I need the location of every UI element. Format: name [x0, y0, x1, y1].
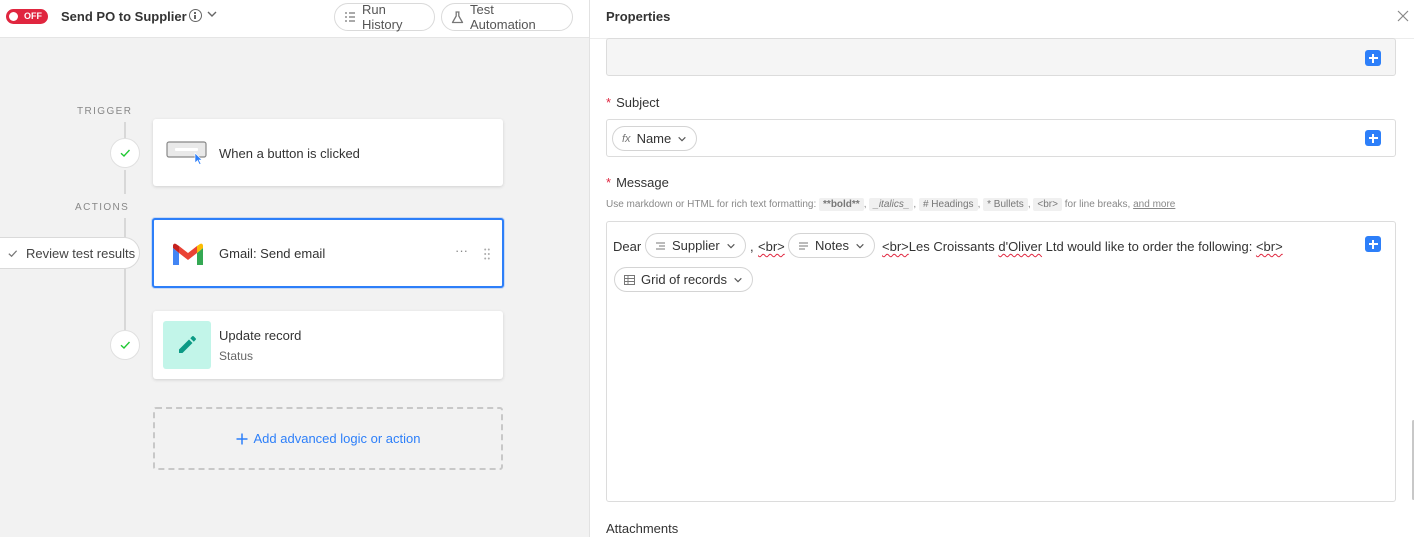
edit-icon: [163, 321, 211, 369]
add-field-icon[interactable]: [1365, 236, 1381, 252]
trigger-card-title: When a button is clicked: [219, 146, 360, 161]
chevron-down-icon[interactable]: [206, 8, 218, 20]
gmail-action-card[interactable]: Gmail: Send email ···: [152, 218, 504, 288]
grid-token[interactable]: Grid of records: [614, 267, 753, 292]
info-icon[interactable]: [189, 9, 202, 22]
review-test-results-button[interactable]: Review test results: [0, 237, 140, 269]
gmail-icon: [173, 243, 203, 265]
drag-handle-icon[interactable]: [484, 248, 490, 260]
subject-token[interactable]: fx Name: [612, 126, 698, 151]
connector-line: [124, 170, 126, 194]
message-label: * Message: [606, 175, 669, 190]
test-automation-label: Test Automation: [470, 2, 536, 32]
chevron-down-icon: [726, 243, 735, 248]
subject-label: * Subject: [606, 95, 660, 110]
flask-icon: [451, 10, 464, 23]
workflow-toggle[interactable]: OFF: [6, 9, 48, 24]
chevron-down-icon: [734, 277, 742, 282]
add-action-label: Add advanced logic or action: [253, 431, 421, 446]
connector-line: [124, 218, 126, 330]
update-status: [110, 330, 140, 360]
run-history-button[interactable]: Run History: [334, 2, 435, 32]
review-test-results-label: Review test results: [26, 245, 136, 261]
toggle-knob: [9, 12, 18, 21]
notes-token-label: Notes: [815, 238, 849, 253]
chevron-down-icon: [856, 243, 864, 248]
workflow-title[interactable]: Send PO to Supplier: [61, 9, 187, 24]
toggle-label: OFF: [24, 11, 42, 21]
update-card-subtitle: Status: [219, 349, 254, 363]
test-automation-button[interactable]: Test Automation: [441, 2, 573, 32]
and-more-link[interactable]: and more: [1133, 199, 1175, 210]
trigger-section-label: TRIGGER: [77, 106, 133, 117]
close-icon[interactable]: [1396, 9, 1410, 23]
message-text-dear: Dear: [613, 239, 642, 254]
message-text-body: <br>Les Croissants d'Oliver Ltd would li…: [882, 239, 1283, 254]
subject-token-label: Name: [636, 131, 672, 146]
workflow-canvas: OFF Send PO to Supplier Run History Test…: [0, 0, 589, 537]
chevron-down-icon: [678, 136, 686, 141]
message-field[interactable]: Dear Supplier , <br> Notes <br>Les Crois…: [606, 221, 1396, 502]
subject-field[interactable]: fx Name: [606, 119, 1396, 157]
notes-token[interactable]: Notes: [788, 233, 875, 258]
check-icon: [8, 249, 18, 257]
update-card-title: Update record: [219, 328, 302, 343]
supplier-token-label: Supplier: [672, 238, 720, 253]
text-field-icon: [656, 241, 665, 250]
list-icon: [345, 12, 355, 22]
add-action-button[interactable]: Add advanced logic or action: [153, 407, 503, 470]
message-text-comma: ,: [750, 239, 754, 254]
add-field-icon[interactable]: [1365, 130, 1381, 146]
workflow-header: OFF Send PO to Supplier Run History Test…: [0, 0, 589, 38]
check-icon: [120, 341, 131, 349]
supplier-token[interactable]: Supplier: [645, 233, 746, 258]
grid-token-label: Grid of records: [641, 272, 727, 287]
run-history-label: Run History: [362, 2, 403, 32]
long-text-icon: [799, 241, 808, 250]
trigger-status: [110, 138, 140, 168]
properties-panel: Properties * Subject fx Name * Message Use…: [589, 0, 1414, 537]
more-options-icon[interactable]: ···: [455, 243, 468, 258]
grid-icon: [624, 274, 635, 285]
check-icon: [120, 149, 131, 157]
message-text-br: <br>: [758, 239, 785, 254]
actions-section-label: ACTIONS: [75, 202, 130, 213]
update-record-card[interactable]: Update record Status: [153, 311, 503, 379]
attachments-label: Attachments: [606, 521, 679, 536]
formula-icon: fx: [622, 132, 631, 145]
gmail-card-title: Gmail: Send email: [219, 246, 326, 261]
add-field-icon[interactable]: [1365, 50, 1381, 66]
properties-title: Properties: [606, 9, 671, 24]
formatting-hint: Use markdown or HTML for rich text forma…: [606, 198, 1176, 211]
button-click-icon: [166, 141, 207, 165]
plus-icon: [236, 433, 248, 444]
previous-field[interactable]: [606, 38, 1396, 76]
trigger-card[interactable]: When a button is clicked: [153, 119, 503, 186]
